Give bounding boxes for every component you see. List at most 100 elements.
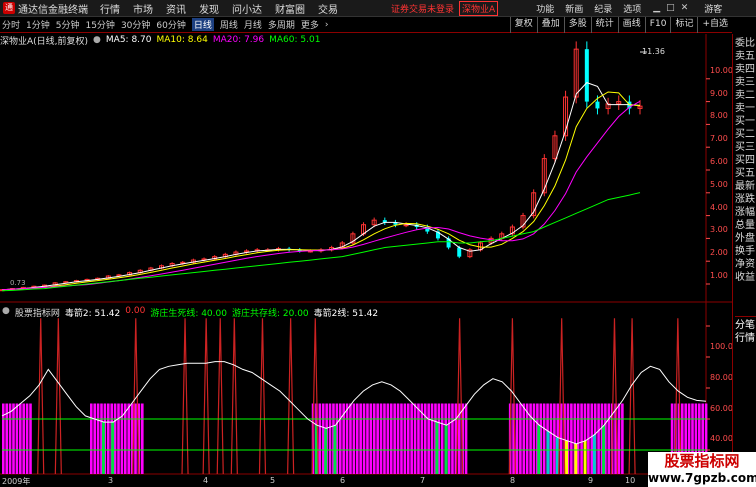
indicator-line-5: 毒箭2线: 51.42 <box>313 309 379 319</box>
panel-bid4[interactable]: 买四 <box>735 154 756 167</box>
zone-bar <box>532 403 536 474</box>
panel-ask5[interactable]: 卖五 <box>735 50 756 63</box>
spike-line <box>258 318 267 475</box>
zone-bar <box>386 403 390 474</box>
zone-bar <box>413 403 417 474</box>
y-label-8: 8.00 <box>710 111 728 120</box>
zone-bar <box>542 403 546 474</box>
fill-bar <box>101 422 105 474</box>
panel-quotes[interactable]: 行情 <box>735 332 756 345</box>
watermark: 股票指标网 www.7gpzb.com <box>648 452 756 487</box>
panel-volume[interactable]: 总量 <box>735 219 756 232</box>
x-label-8: 8 <box>510 476 516 485</box>
y-label-9: 9.00 <box>710 89 728 98</box>
spike-line <box>202 318 210 475</box>
y-label-2: 2.00 <box>710 248 728 257</box>
indicator-header: ● 股票指标网 毒箭2: 51.42 0.00 游庄生死线: 40.00 游庄共… <box>2 306 383 319</box>
panel-bid5[interactable]: 买五 <box>735 167 756 180</box>
zone-bar <box>590 403 594 474</box>
zone-bar <box>349 403 352 474</box>
zone-bar <box>359 403 362 474</box>
zone-bar <box>400 403 403 474</box>
zone-bar <box>389 403 393 474</box>
y-label-10: 10.00 <box>710 66 733 75</box>
panel-ask1[interactable]: 卖一 <box>735 102 756 115</box>
zone-bar <box>19 403 22 474</box>
panel-outer-volume[interactable]: 外盘 <box>735 232 756 245</box>
panel-commission-ratio[interactable]: 委比 <box>735 37 756 50</box>
spike-line <box>287 318 295 475</box>
zone-bar <box>355 403 359 474</box>
panel-bid2[interactable]: 买二 <box>735 128 756 141</box>
zone-bar <box>107 403 110 474</box>
zone-bar <box>338 403 342 474</box>
zone-bar <box>403 403 407 474</box>
zone-bar <box>366 403 369 474</box>
ind-y-label-60: 60.00 <box>710 404 733 413</box>
panel-net-asset[interactable]: 净资 <box>735 258 756 271</box>
panel-change[interactable]: 涨跌 <box>735 193 756 206</box>
zone-bar <box>430 403 434 474</box>
zone-bar <box>406 403 410 474</box>
x-label-9: 9 <box>588 476 594 485</box>
zone-bar <box>522 403 526 474</box>
zone-bar <box>553 403 556 474</box>
zone-bar <box>12 403 15 474</box>
x-label-4: 4 <box>203 476 209 485</box>
panel-bid3[interactable]: 买三 <box>735 141 756 154</box>
fill-bar <box>592 434 596 474</box>
indicator-line-2: 0.00 <box>125 306 146 316</box>
zone-bar <box>321 403 325 474</box>
panel-earnings[interactable]: 收益 <box>735 271 756 284</box>
watermark-title: 股票指标网 <box>664 452 740 470</box>
candle-body <box>595 101 600 109</box>
spike-line <box>54 318 62 475</box>
indicator-line-3: 游庄生死线: 40.00 <box>150 309 227 319</box>
zone-bar <box>396 403 400 474</box>
zone-bar <box>617 403 621 474</box>
panel-latest[interactable]: 最新 <box>735 180 756 193</box>
zone-bar <box>8 403 12 474</box>
zone-bar <box>427 403 430 474</box>
zone-bar <box>113 403 117 474</box>
y-label-3: 3.00 <box>710 225 728 234</box>
zone-bar <box>141 403 144 474</box>
zone-bar <box>318 403 322 474</box>
fill-bar <box>111 422 115 474</box>
fill-bar <box>583 440 587 474</box>
candle-body <box>584 49 589 102</box>
zone-bar <box>440 403 444 474</box>
zone-bar <box>376 403 379 474</box>
panel-ask4[interactable]: 卖四 <box>735 63 756 76</box>
indicator-settings-icon[interactable]: ● <box>2 306 10 318</box>
chart-canvas[interactable] <box>0 0 732 487</box>
x-label-5: 5 <box>270 476 276 485</box>
zone-bar <box>464 403 468 474</box>
panel-change-pct[interactable]: 涨幅 <box>735 206 756 219</box>
zone-bar <box>127 403 130 474</box>
zone-bar <box>372 403 376 474</box>
zone-bar <box>22 403 25 474</box>
panel-ask3[interactable]: 卖三 <box>735 76 756 89</box>
panel-ask2[interactable]: 卖二 <box>735 89 756 102</box>
zone-bar <box>25 403 29 474</box>
spike-line <box>628 318 636 475</box>
spike-line <box>37 318 45 475</box>
y-label-1: 1.00 <box>710 271 728 280</box>
ind-y-label-80: 80.00 <box>710 373 733 382</box>
panel-turnover[interactable]: 换手 <box>735 245 756 258</box>
zone-bar <box>134 403 137 474</box>
zone-bar <box>93 403 96 474</box>
zone-bar <box>345 403 349 474</box>
zone-bar <box>120 403 124 474</box>
zone-bar <box>15 403 19 474</box>
fill-bar <box>546 431 550 474</box>
zone-bar <box>621 403 624 474</box>
panel-tick-detail[interactable]: 分笔 <box>735 316 756 332</box>
zone-bar <box>580 403 583 474</box>
panel-bid1[interactable]: 买一 <box>735 115 756 128</box>
zone-bar <box>29 403 32 474</box>
y-label-6: 6.00 <box>710 157 728 166</box>
indicator-name[interactable]: 股票指标网 <box>15 306 60 319</box>
zone-bar <box>410 403 413 474</box>
